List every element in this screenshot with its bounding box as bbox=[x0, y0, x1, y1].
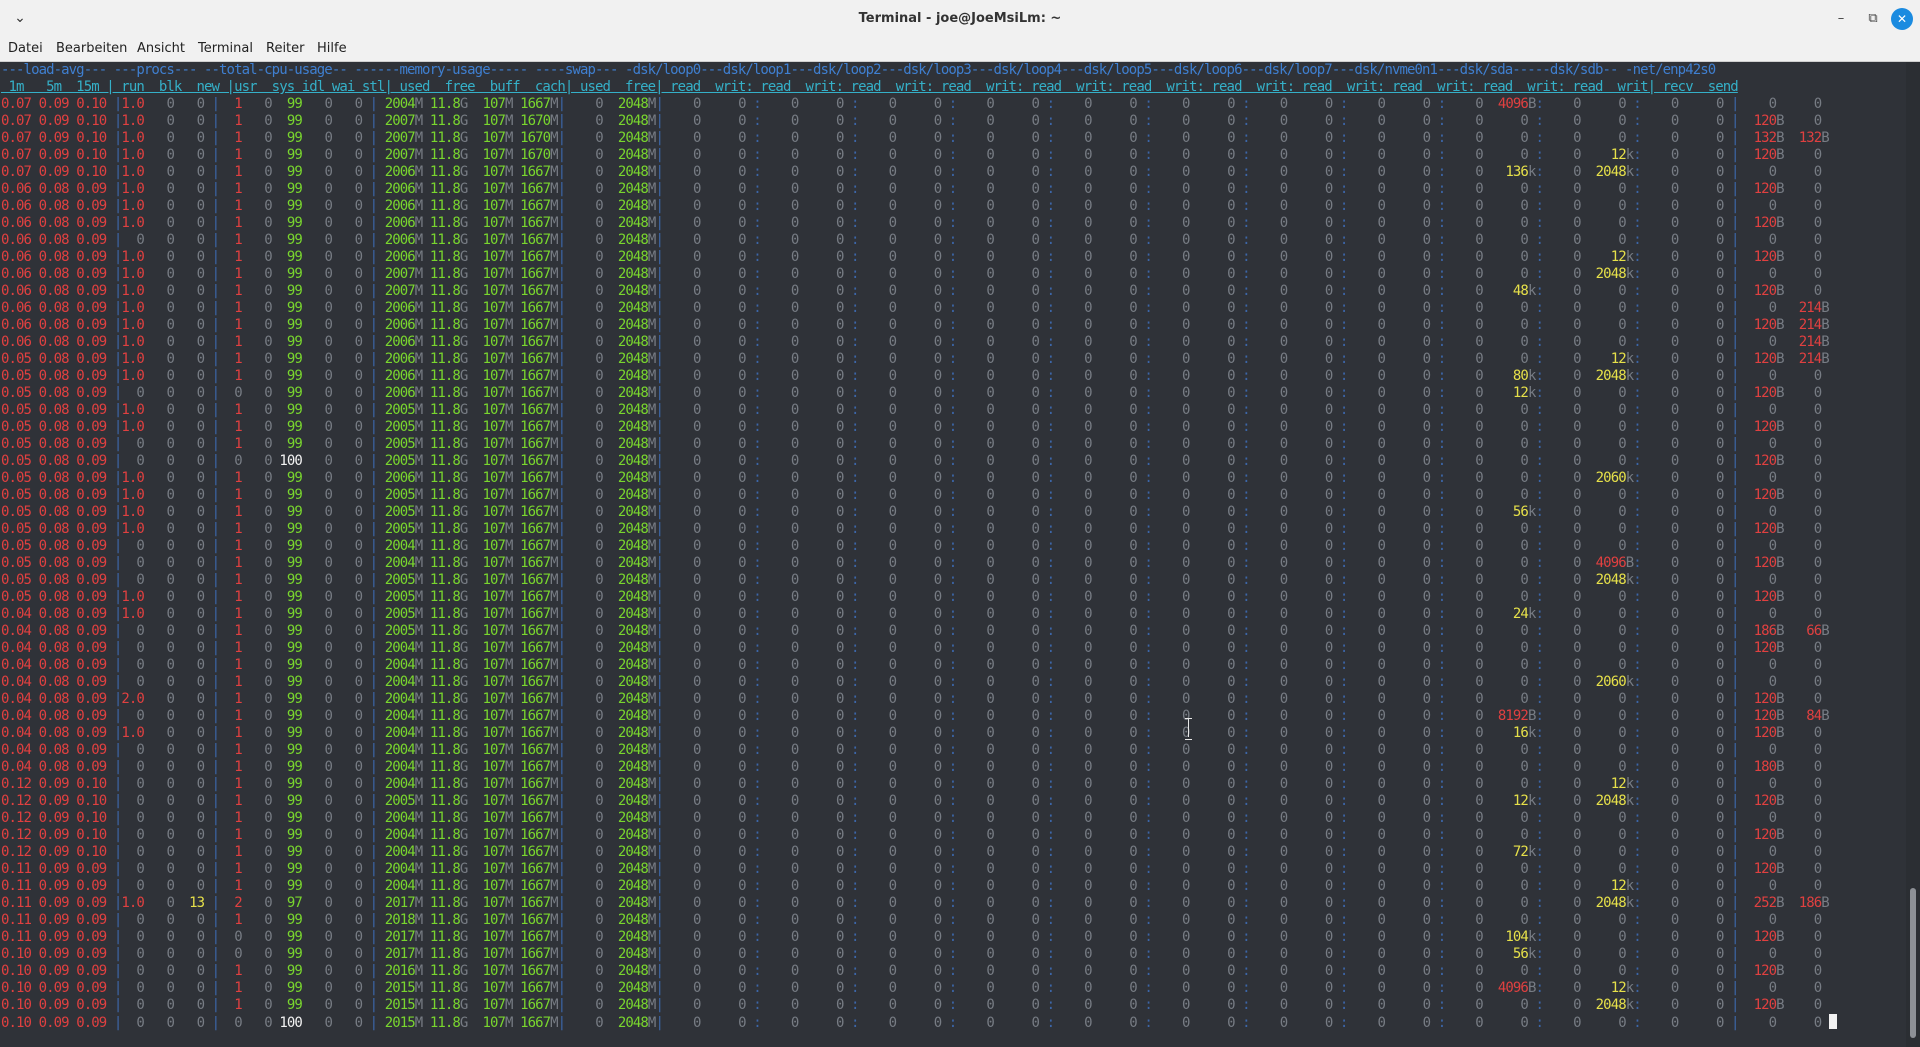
output-row: 0.11 0.09 0.09 | 0 0 0 | 1 0 99 0 0 | 20… bbox=[1, 861, 1822, 877]
output-row: 0.05 0.08 0.09 | 0 0 0 | 1 0 99 0 0 | 20… bbox=[1, 436, 1822, 452]
output-row: 0.05 0.08 0.09 |1.0 0 0 | 1 0 99 0 0 | 2… bbox=[1, 487, 1822, 503]
output-row: 0.06 0.08 0.09 |1.0 0 0 | 1 0 99 0 0 | 2… bbox=[1, 249, 1822, 265]
output-row: 0.07 0.09 0.10 |1.0 0 0 | 1 0 99 0 0 | 2… bbox=[1, 147, 1822, 163]
output-row: 0.05 0.08 0.09 |1.0 0 0 | 1 0 99 0 0 | 2… bbox=[1, 521, 1822, 537]
output-row: 0.05 0.08 0.09 |1.0 0 0 | 1 0 99 0 0 | 2… bbox=[1, 504, 1822, 520]
output-row: 0.12 0.09 0.10 | 0 0 0 | 1 0 99 0 0 | 20… bbox=[1, 793, 1822, 809]
window-title: Terminal - joe@JoeMsiLm: ~ bbox=[858, 11, 1062, 26]
header-line: ---load-avg--- ---procs--- --total-cpu-u… bbox=[1, 62, 1716, 78]
output-row: 0.04 0.08 0.09 | 0 0 0 | 1 0 99 0 0 | 20… bbox=[1, 674, 1822, 690]
output-row: 0.04 0.08 0.09 | 0 0 0 | 1 0 99 0 0 | 20… bbox=[1, 657, 1822, 673]
menu-hilfe[interactable]: Hilfe bbox=[316, 37, 348, 61]
output-row: 0.12 0.09 0.10 | 0 0 0 | 1 0 99 0 0 | 20… bbox=[1, 776, 1822, 792]
output-row: 0.04 0.08 0.09 |1.0 0 0 | 1 0 99 0 0 | 2… bbox=[1, 606, 1822, 622]
output-row: 0.05 0.08 0.09 |1.0 0 0 | 1 0 99 0 0 | 2… bbox=[1, 589, 1822, 605]
header-line: 1m 5m 15m | run blk new |usr sys idl wai… bbox=[1, 79, 1739, 95]
menu-reiter[interactable]: Reiter bbox=[265, 37, 306, 61]
output-row: 0.04 0.08 0.09 |1.0 0 0 | 1 0 99 0 0 | 2… bbox=[1, 725, 1822, 741]
menu-datei[interactable]: Datei bbox=[7, 37, 44, 61]
output-row: 0.12 0.09 0.10 | 0 0 0 | 1 0 99 0 0 | 20… bbox=[1, 844, 1822, 860]
output-row: 0.06 0.08 0.09 |1.0 0 0 | 1 0 99 0 0 | 2… bbox=[1, 181, 1822, 197]
output-row: 0.11 0.09 0.09 |1.0 0 13 | 2 0 97 0 0 | … bbox=[1, 895, 1830, 911]
scrollbar-thumb[interactable] bbox=[1910, 888, 1916, 1038]
output-row: 0.07 0.09 0.10 |1.0 0 0 | 1 0 99 0 0 | 2… bbox=[1, 164, 1822, 180]
text-cursor bbox=[1828, 1014, 1837, 1029]
output-row: 0.05 0.08 0.09 | 0 0 0 | 0 0 99 0 0 | 20… bbox=[1, 385, 1822, 401]
output-row: 0.06 0.08 0.09 |1.0 0 0 | 1 0 99 0 0 | 2… bbox=[1, 334, 1830, 350]
output-row: 0.10 0.09 0.09 | 0 0 0 | 0 0 100 0 0 | 2… bbox=[1, 1014, 1837, 1031]
output-row: 0.05 0.08 0.09 | 0 0 0 | 1 0 99 0 0 | 20… bbox=[1, 538, 1822, 554]
output-row: 0.04 0.08 0.09 | 0 0 0 | 1 0 99 0 0 | 20… bbox=[1, 623, 1830, 639]
output-row: 0.04 0.08 0.09 |2.0 0 0 | 1 0 99 0 0 | 2… bbox=[1, 691, 1822, 707]
output-row: 0.06 0.08 0.09 |1.0 0 0 | 1 0 99 0 0 | 2… bbox=[1, 283, 1822, 299]
output-row: 0.06 0.08 0.09 | 0 0 0 | 1 0 99 0 0 | 20… bbox=[1, 232, 1822, 248]
output-row: 0.06 0.08 0.09 |1.0 0 0 | 1 0 99 0 0 | 2… bbox=[1, 266, 1822, 282]
output-row: 0.05 0.08 0.09 | 0 0 0 | 1 0 99 0 0 | 20… bbox=[1, 555, 1822, 571]
minimize-icon[interactable]: – bbox=[1830, 8, 1852, 30]
mouse-ibeam-cursor bbox=[1183, 717, 1195, 740]
menu-ansicht[interactable]: Ansicht bbox=[136, 37, 186, 61]
output-row: 0.06 0.08 0.09 |1.0 0 0 | 1 0 99 0 0 | 2… bbox=[1, 300, 1830, 316]
output-row: 0.12 0.09 0.10 | 0 0 0 | 1 0 99 0 0 | 20… bbox=[1, 827, 1822, 843]
output-row: 0.05 0.08 0.09 |1.0 0 0 | 1 0 99 0 0 | 2… bbox=[1, 368, 1822, 384]
output-row: 0.10 0.09 0.09 | 0 0 0 | 1 0 99 0 0 | 20… bbox=[1, 980, 1822, 996]
output-row: 0.05 0.08 0.09 |1.0 0 0 | 1 0 99 0 0 | 2… bbox=[1, 402, 1822, 418]
output-row: 0.06 0.08 0.09 |1.0 0 0 | 1 0 99 0 0 | 2… bbox=[1, 215, 1822, 231]
output-row: 0.05 0.08 0.09 | 0 0 0 | 1 0 99 0 0 | 20… bbox=[1, 572, 1822, 588]
menu-bar: Datei Bearbeiten Ansicht Terminal Reiter… bbox=[0, 37, 1920, 62]
output-row: 0.11 0.09 0.09 | 0 0 0 | 0 0 99 0 0 | 20… bbox=[1, 929, 1822, 945]
output-row: 0.04 0.08 0.09 | 0 0 0 | 1 0 99 0 0 | 20… bbox=[1, 640, 1822, 656]
output-row: 0.06 0.08 0.09 |1.0 0 0 | 1 0 99 0 0 | 2… bbox=[1, 317, 1830, 333]
output-row: 0.11 0.09 0.09 | 0 0 0 | 1 0 99 0 0 | 20… bbox=[1, 912, 1822, 928]
output-row: 0.07 0.09 0.10 |1.0 0 0 | 1 0 99 0 0 | 2… bbox=[1, 96, 1822, 112]
dstat-output: ---load-avg--- ---procs--- --total-cpu-u… bbox=[1, 62, 1837, 1031]
menu-terminal[interactable]: Terminal bbox=[197, 37, 254, 61]
output-row: 0.04 0.08 0.09 | 0 0 0 | 1 0 99 0 0 | 20… bbox=[1, 759, 1822, 775]
title-bar: ⌄ Terminal - joe@JoeMsiLm: ~ – ⧉ ✕ bbox=[0, 0, 1920, 38]
menu-bearbeiten[interactable]: Bearbeiten bbox=[55, 37, 128, 61]
scrollbar[interactable] bbox=[1906, 62, 1920, 1047]
output-row: 0.11 0.09 0.09 | 0 0 0 | 1 0 99 0 0 | 20… bbox=[1, 878, 1822, 894]
output-row: 0.12 0.09 0.10 | 0 0 0 | 1 0 99 0 0 | 20… bbox=[1, 810, 1822, 826]
output-row: 0.07 0.09 0.10 |1.0 0 0 | 1 0 99 0 0 | 2… bbox=[1, 113, 1822, 129]
output-row: 0.05 0.08 0.09 | 0 0 0 | 0 0 100 0 0 | 2… bbox=[1, 453, 1822, 469]
close-icon[interactable]: ✕ bbox=[1891, 8, 1913, 30]
output-row: 0.04 0.08 0.09 | 0 0 0 | 1 0 99 0 0 | 20… bbox=[1, 742, 1822, 758]
output-row: 0.07 0.09 0.10 |1.0 0 0 | 1 0 99 0 0 | 2… bbox=[1, 130, 1830, 146]
terminal-area[interactable]: ---load-avg--- ---procs--- --total-cpu-u… bbox=[0, 62, 1906, 1047]
output-row: 0.04 0.08 0.09 | 0 0 0 | 1 0 99 0 0 | 20… bbox=[1, 708, 1830, 724]
output-row: 0.05 0.08 0.09 |1.0 0 0 | 1 0 99 0 0 | 2… bbox=[1, 419, 1822, 435]
output-row: 0.05 0.08 0.09 |1.0 0 0 | 1 0 99 0 0 | 2… bbox=[1, 351, 1830, 367]
maximize-icon[interactable]: ⧉ bbox=[1862, 8, 1884, 30]
output-row: 0.06 0.08 0.09 |1.0 0 0 | 1 0 99 0 0 | 2… bbox=[1, 198, 1822, 214]
output-row: 0.10 0.09 0.09 | 0 0 0 | 1 0 99 0 0 | 20… bbox=[1, 963, 1822, 979]
output-row: 0.10 0.09 0.09 | 0 0 0 | 0 0 99 0 0 | 20… bbox=[1, 946, 1822, 962]
output-row: 0.10 0.09 0.09 | 0 0 0 | 1 0 99 0 0 | 20… bbox=[1, 997, 1822, 1013]
output-row: 0.05 0.08 0.09 |1.0 0 0 | 1 0 99 0 0 | 2… bbox=[1, 470, 1822, 486]
